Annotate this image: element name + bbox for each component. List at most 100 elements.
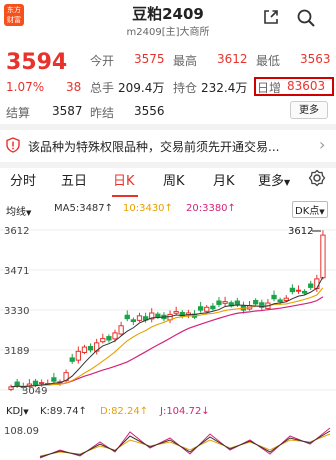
- tab-more-label: 更多: [258, 174, 285, 189]
- high-price-marker: 3612: [288, 226, 313, 237]
- candle-body: [51, 377, 57, 382]
- ma20-value: 20:3380↑: [186, 203, 236, 214]
- tab-weekly-k[interactable]: 周K: [163, 170, 185, 189]
- divider: [0, 124, 336, 130]
- candle-body: [69, 357, 75, 362]
- tab-more[interactable]: 更多▼: [258, 170, 290, 189]
- candle-body: [210, 305, 216, 310]
- caret-down-icon: ▼: [319, 208, 325, 216]
- tab-daily-k[interactable]: 日K: [113, 170, 135, 189]
- settle-value: 3587: [52, 104, 83, 118]
- low-value: 3563: [300, 52, 331, 66]
- candle-body: [100, 338, 106, 343]
- share-icon[interactable]: [262, 8, 280, 26]
- y-axis-label: 3189: [4, 346, 29, 357]
- candle-body: [204, 306, 210, 312]
- candlestick-chart[interactable]: 3612 3471 3330 3189 3049 3612: [0, 220, 336, 406]
- daily-increase-value: 83603: [287, 79, 326, 93]
- candle-body: [81, 346, 88, 353]
- candle-body: [87, 346, 94, 351]
- candle-body: [271, 294, 277, 300]
- ma5-line: [10, 276, 324, 388]
- candle-body: [124, 314, 130, 320]
- settle-label: 结算: [6, 106, 31, 120]
- caret-down-icon: ▼: [23, 408, 29, 416]
- kdj-k-line: [39, 430, 331, 458]
- candle-body: [314, 278, 320, 290]
- candle-body: [106, 336, 112, 341]
- candle-body: [320, 234, 326, 279]
- daily-increase-label: 日增: [257, 81, 282, 95]
- period-tabs: 分时 五日 日K 周K 月K 更多▼: [0, 169, 336, 194]
- candle-body: [136, 315, 143, 321]
- candle-body: [216, 300, 222, 305]
- candle-body: [308, 283, 314, 288]
- open-value: 3575: [134, 52, 165, 66]
- tab-intraday[interactable]: 分时: [10, 170, 36, 189]
- kdj-chart[interactable]: 108.09: [0, 420, 336, 460]
- open-interest-label: 持仓: [173, 81, 198, 95]
- candle-body: [118, 325, 124, 335]
- dk-label: DK点: [295, 206, 320, 217]
- ma10-line: [10, 287, 324, 388]
- kdj-axis-label: 108.09: [4, 426, 39, 437]
- candle-body: [14, 381, 20, 386]
- open-label: 今开: [90, 54, 115, 68]
- divider: [0, 162, 336, 168]
- caret-down-icon: ▼: [284, 178, 291, 187]
- tab-monthly-k[interactable]: 月K: [213, 170, 235, 189]
- active-tab-underline: [112, 195, 138, 197]
- candle-body: [173, 311, 179, 314]
- candle-body: [32, 380, 39, 386]
- chevron-right-icon: ›: [319, 135, 326, 154]
- open-interest-value: 232.4万: [201, 81, 248, 95]
- ma10-value: 10:3430↑: [123, 203, 173, 214]
- low-label: 最低: [256, 54, 281, 68]
- candle-body: [234, 300, 240, 305]
- caret-down-icon: ▼: [26, 209, 32, 217]
- candle-body: [295, 289, 302, 292]
- y-axis-label: 3612: [4, 226, 29, 237]
- notice-text: 该品种为特殊权限品种，交易前须先开通交易...: [28, 140, 280, 154]
- last-price: 3594: [6, 50, 68, 75]
- search-icon[interactable]: [296, 8, 316, 28]
- kdj-d-value: D:82.24↑: [100, 406, 149, 417]
- ma-type-label: 均线: [6, 207, 26, 218]
- prev-settle-label: 昨结: [90, 106, 115, 120]
- candle-body: [197, 306, 204, 311]
- kdj-selector[interactable]: KDJ▼: [6, 406, 29, 417]
- permission-notice[interactable]: 该品种为特殊权限品种，交易前须先开通交易... ›: [0, 132, 336, 160]
- candle-body: [75, 350, 81, 361]
- kdj-label: KDJ: [6, 406, 24, 417]
- kdj-j-value: J:104.72↓: [160, 406, 210, 417]
- ma-type-selector[interactable]: 均线▼: [6, 203, 31, 218]
- y-axis-label: 3330: [4, 306, 29, 317]
- candle-body: [283, 297, 289, 301]
- volume-label: 总手: [90, 81, 115, 95]
- tab-five-day[interactable]: 五日: [61, 170, 87, 189]
- volume-value: 209.4万: [118, 81, 165, 95]
- candle-body: [222, 301, 228, 304]
- candles-group: [8, 230, 326, 392]
- ma5-value: MA5:3487↑: [54, 203, 114, 214]
- candle-body: [253, 299, 259, 305]
- page-title: 豆粕2409: [132, 5, 204, 23]
- contract-subtitle: m2409[主]大商所: [126, 27, 210, 38]
- y-axis-label: 3471: [4, 266, 29, 277]
- candle-body: [38, 382, 45, 385]
- candle-body: [289, 287, 296, 293]
- candle-body: [277, 299, 283, 303]
- candle-body: [112, 332, 118, 340]
- high-label: 最高: [173, 54, 198, 68]
- chart-grid: [0, 229, 336, 391]
- more-quote-button[interactable]: 更多: [290, 101, 328, 119]
- dk-point-toggle[interactable]: DK点▼: [292, 201, 328, 218]
- shield-warning-icon: [6, 137, 20, 153]
- candle-body: [301, 290, 308, 294]
- kdj-k-value: K:89.74↑: [40, 406, 87, 417]
- prev-settle-value: 3556: [134, 104, 165, 118]
- change-percent: 1.07%: [6, 80, 45, 94]
- candle-body: [130, 319, 137, 323]
- candle-body: [155, 313, 161, 318]
- gear-icon[interactable]: [308, 169, 326, 187]
